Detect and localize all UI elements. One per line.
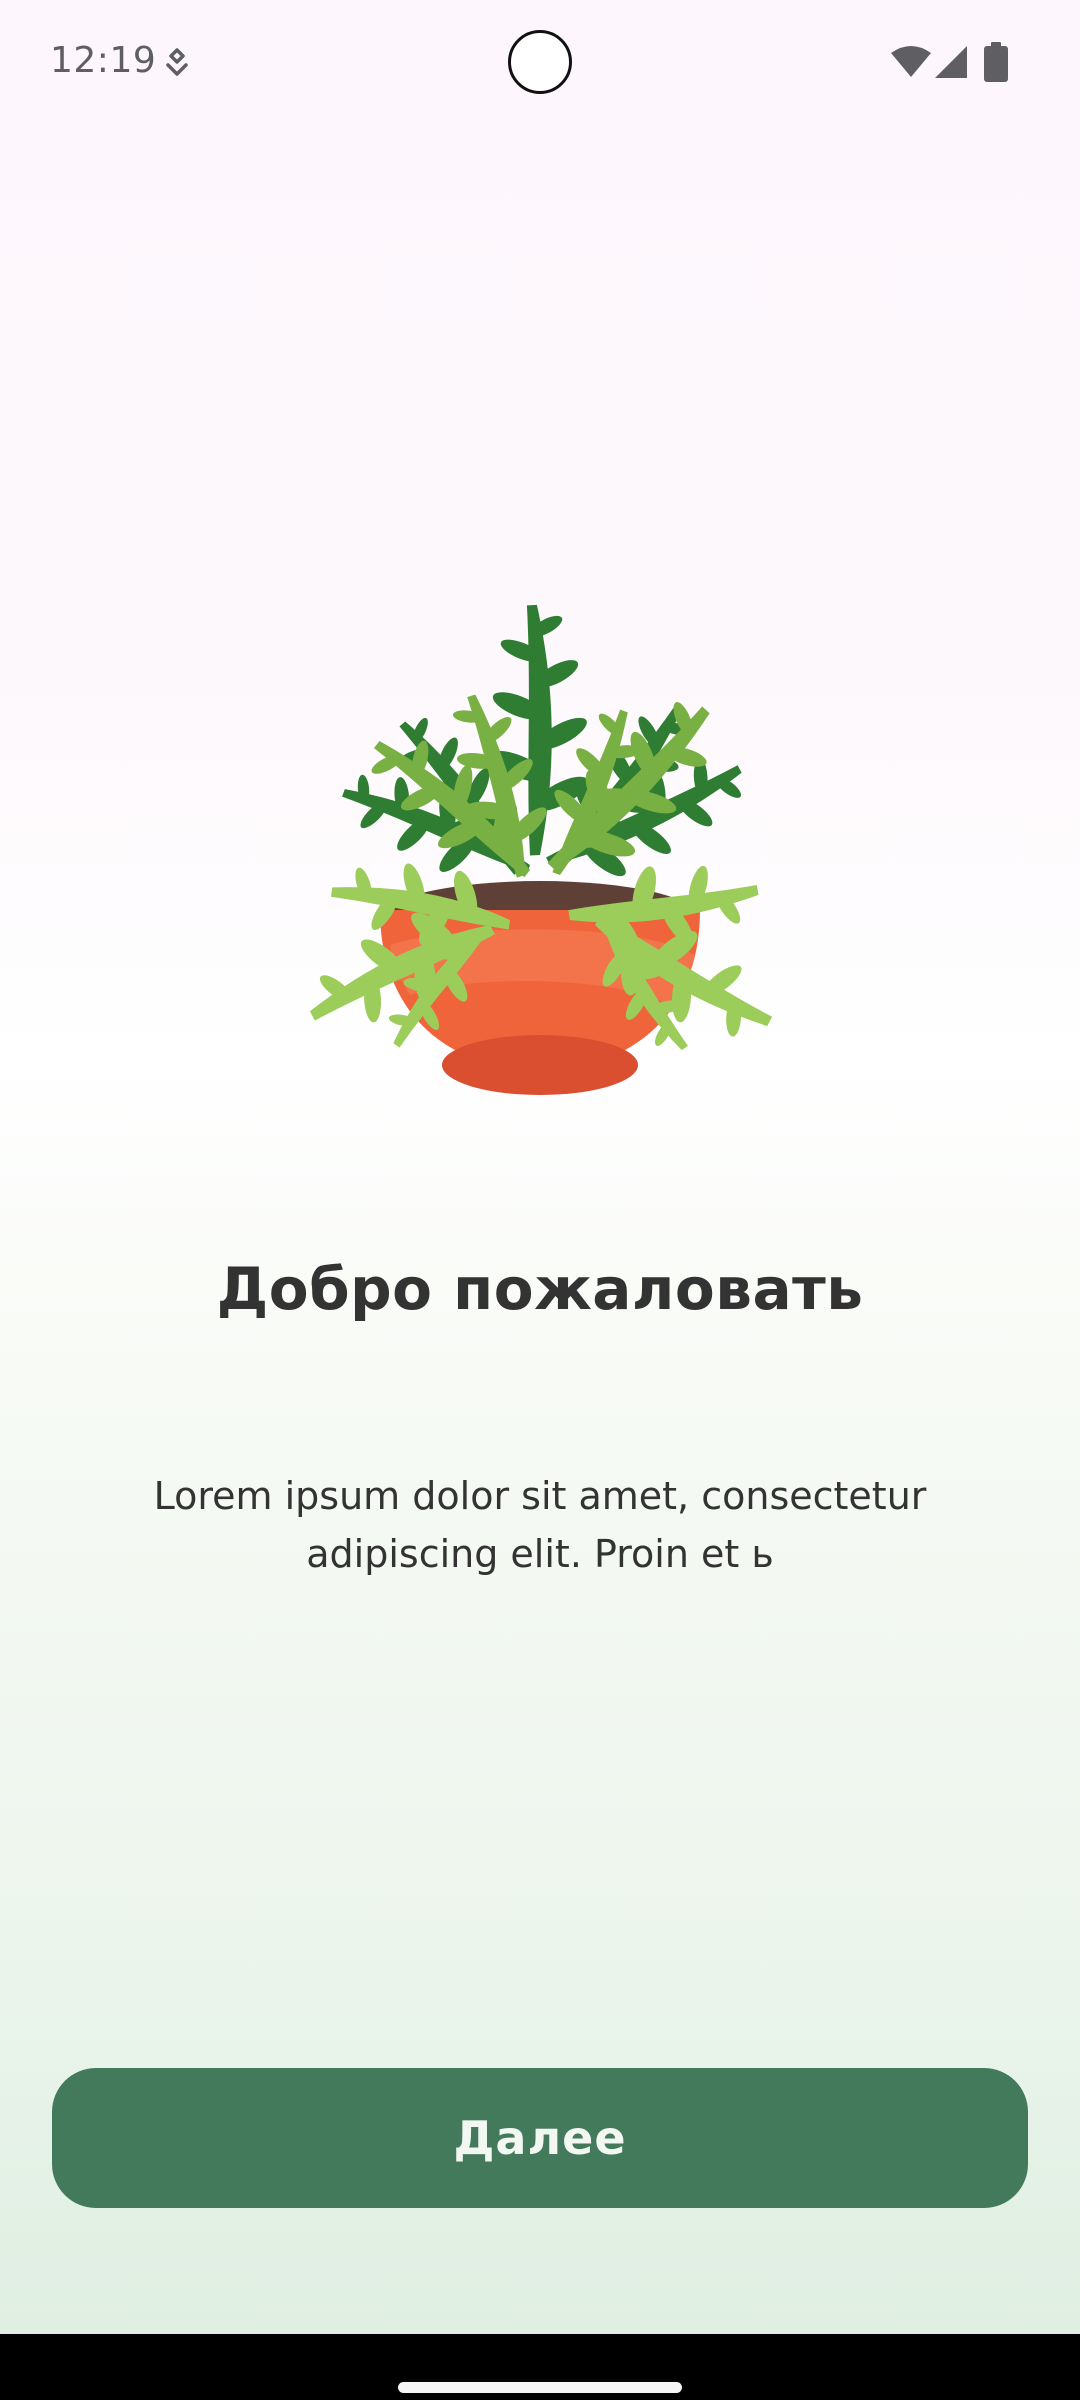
welcome-description: Lorem ipsum dolor sit amet, consectetur …	[153, 1474, 927, 1576]
status-time: 12:19	[50, 40, 157, 81]
signal-icon	[935, 46, 967, 78]
welcome-title: Добро пожаловать	[216, 1255, 864, 1323]
potted-plant-icon	[290, 602, 793, 1095]
wifi-icon	[891, 46, 931, 77]
next-button[interactable]: Далее	[52, 2068, 1028, 2208]
battery-icon	[984, 42, 1008, 82]
notification-icon	[166, 48, 188, 76]
status-bar: 12:19	[0, 0, 1080, 130]
home-indicator[interactable]	[398, 2382, 682, 2393]
front-camera-cutout	[508, 30, 572, 94]
